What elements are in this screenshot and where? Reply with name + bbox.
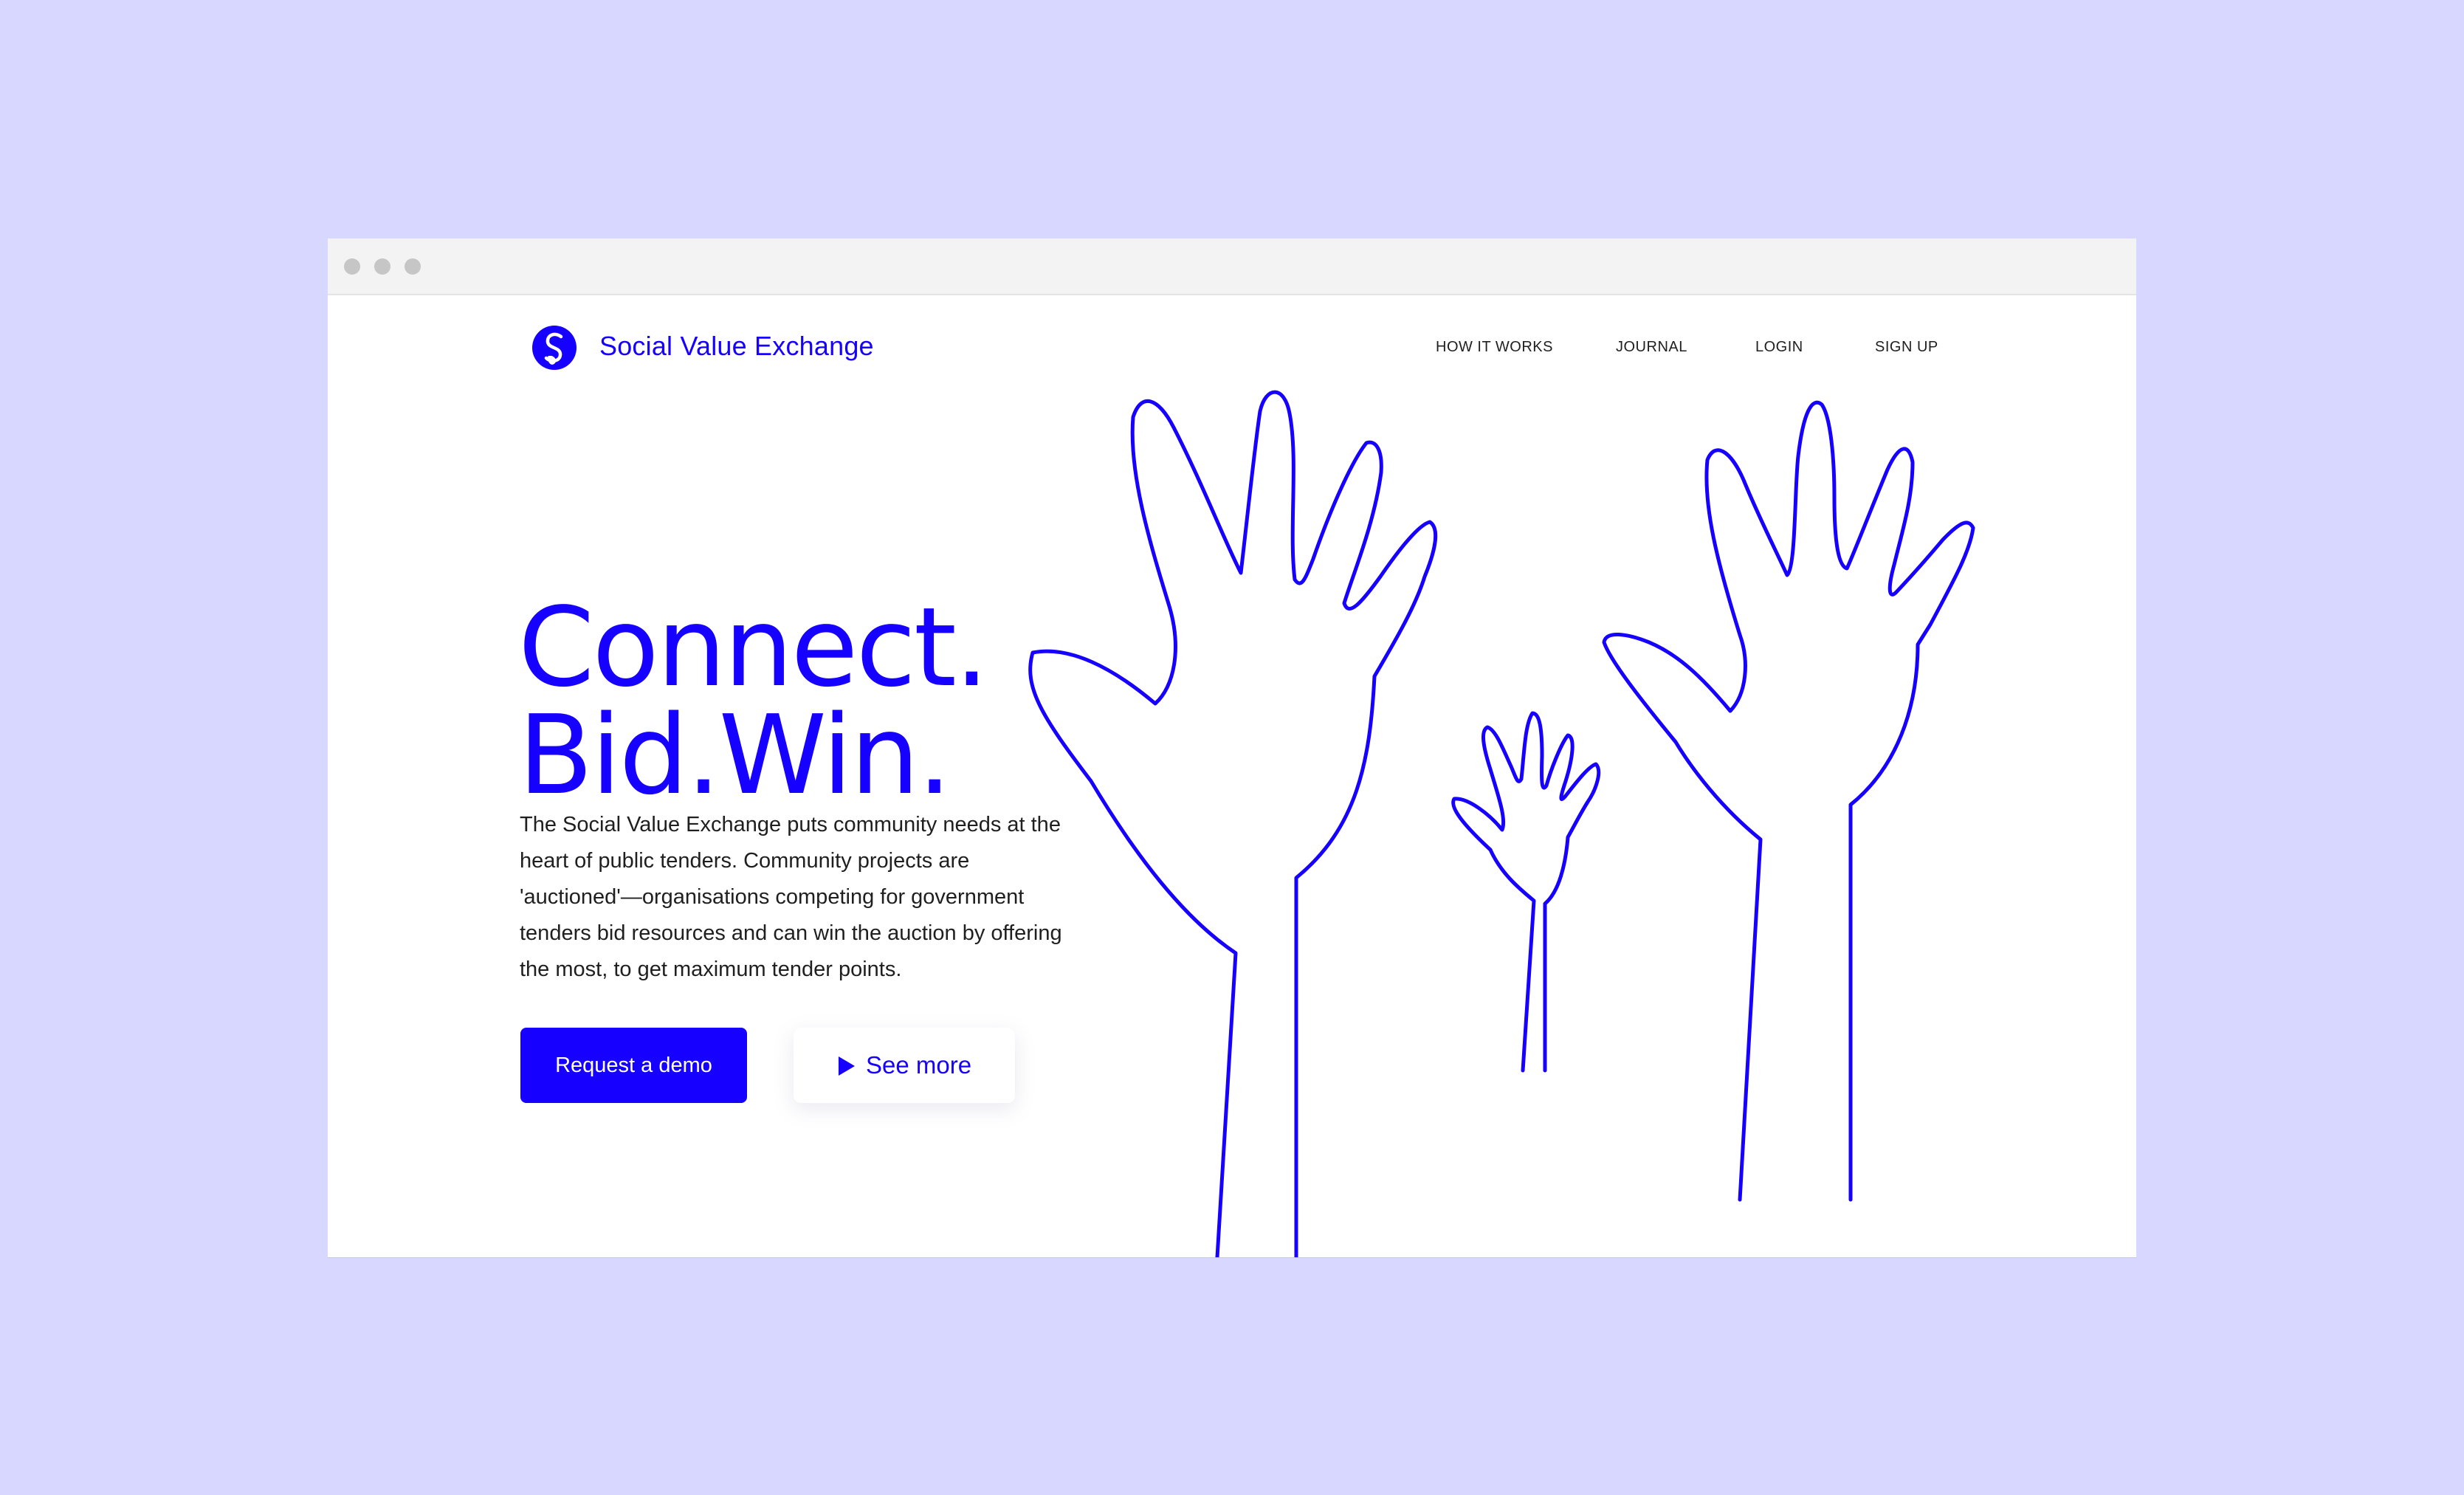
window-close-button[interactable] [344, 258, 360, 275]
nav-login[interactable]: LOGIN [1755, 338, 1803, 356]
window-maximize-button[interactable] [405, 258, 421, 275]
right-hand-icon [1602, 400, 1975, 1202]
hero-description: The Social Value Exchange puts community… [520, 813, 1062, 981]
nav-sign-up[interactable]: SIGN UP [1875, 338, 1938, 356]
landing-page: Social Value Exchange HOW IT WORKS JOURN… [328, 295, 2136, 1257]
hero-title: Connect. Bid.Win. [518, 584, 1064, 819]
see-more-button[interactable]: See more [794, 1028, 1015, 1103]
hero-title-line-2: Bid.Win. [518, 692, 952, 819]
browser-chrome [328, 238, 2136, 295]
hero-title-line-1: Connect. [518, 584, 989, 712]
logo-icon[interactable] [532, 326, 577, 370]
brand-name[interactable]: Social Value Exchange [599, 329, 874, 363]
nav-how-it-works[interactable]: HOW IT WORKS [1436, 338, 1553, 356]
child-hand-icon [1451, 711, 1601, 1073]
left-hand-icon [1028, 390, 1438, 1257]
see-more-label: See more [866, 1051, 972, 1079]
browser-window: Social Value Exchange HOW IT WORKS JOURN… [328, 238, 2136, 1257]
play-icon [839, 1056, 855, 1076]
window-minimize-button[interactable] [374, 258, 390, 275]
nav-journal[interactable]: JOURNAL [1616, 338, 1687, 356]
request-demo-button[interactable]: Request a demo [520, 1028, 747, 1103]
